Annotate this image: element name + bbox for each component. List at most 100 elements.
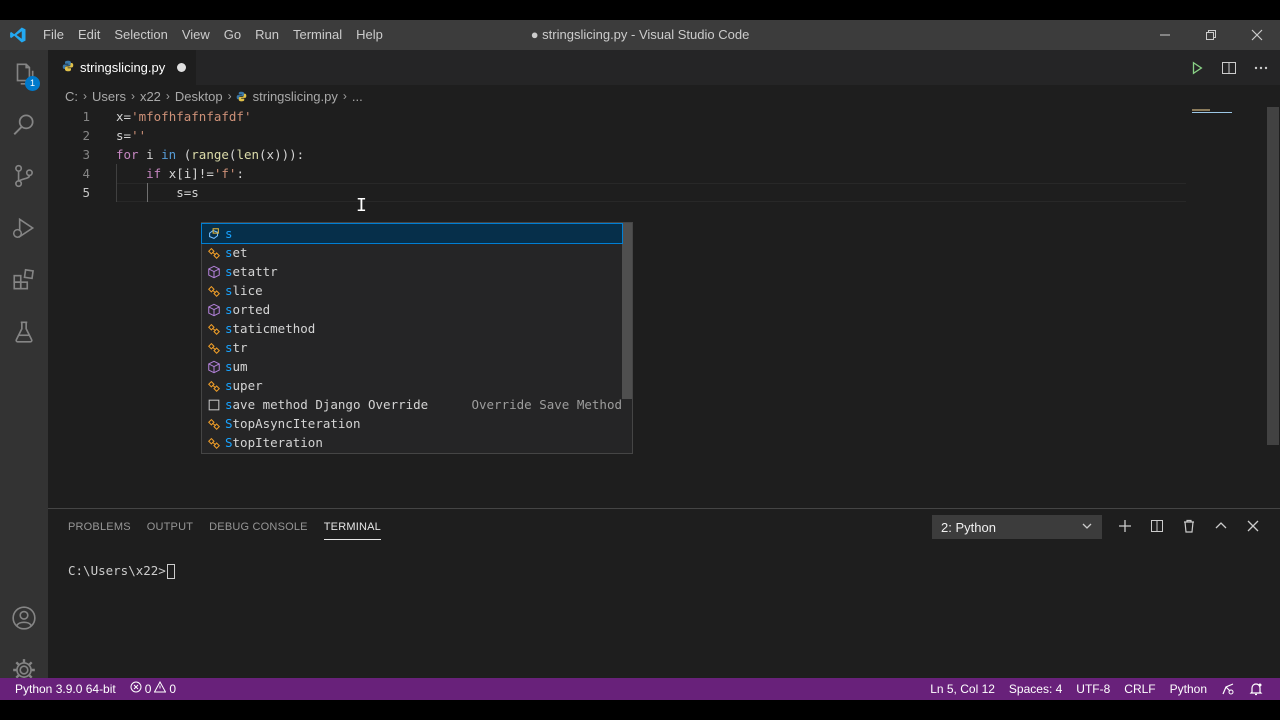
suggest-item[interactable]: setattr	[202, 262, 622, 281]
unsaved-dot-icon[interactable]	[177, 63, 187, 72]
language-mode[interactable]: Python	[1163, 678, 1214, 700]
maximize-panel-icon[interactable]	[1210, 515, 1232, 537]
suggest-label: setattr	[225, 264, 278, 279]
explorer-badge: 1	[25, 76, 40, 91]
class-icon	[206, 435, 222, 451]
function-cube-icon	[206, 302, 222, 318]
breadcrumb-symbol[interactable]: ...	[351, 89, 364, 104]
scrollbar-thumb[interactable]	[1267, 107, 1279, 445]
terminal-output[interactable]: C:\Users\x22>	[68, 563, 175, 579]
menu-terminal[interactable]: Terminal	[286, 20, 349, 50]
menu-bar: File Edit Selection View Go Run Terminal Help	[36, 20, 390, 50]
python-file-icon	[236, 91, 247, 102]
suggest-label: staticmethod	[225, 321, 316, 336]
suggest-item[interactable]: save method Django Override Override Save…	[202, 395, 622, 414]
search-icon[interactable]	[0, 100, 48, 148]
menu-file[interactable]: File	[36, 20, 71, 50]
breadcrumb-users[interactable]: Users	[91, 89, 127, 104]
chevron-right-icon: ›	[130, 89, 135, 103]
tab-bar: stringslicing.py	[48, 50, 1280, 85]
split-terminal-icon[interactable]	[1146, 515, 1168, 537]
suggest-item[interactable]: staticmethod	[202, 319, 622, 338]
class-icon	[206, 283, 222, 299]
minimap-viewport	[1192, 112, 1232, 113]
tab-label: stringslicing.py	[80, 60, 166, 75]
testing-icon[interactable]	[0, 308, 48, 356]
problems-status[interactable]: 0 0	[123, 678, 183, 700]
suggest-item[interactable]: set	[202, 243, 622, 262]
run-debug-icon[interactable]	[0, 204, 48, 252]
account-icon[interactable]	[0, 594, 48, 642]
code-line[interactable]: 1 x='mfofhfafnfafdf'	[48, 107, 1188, 126]
suggest-item[interactable]: slice	[202, 281, 622, 300]
tab-terminal[interactable]: TERMINAL	[323, 515, 381, 540]
end-of-line[interactable]: CRLF	[1117, 678, 1162, 700]
warning-count: 0	[169, 682, 177, 696]
minimap[interactable]	[1190, 107, 1266, 508]
line-text: s=s	[116, 185, 199, 200]
indentation[interactable]: Spaces: 4	[1002, 678, 1069, 700]
menu-help[interactable]: Help	[349, 20, 390, 50]
breadcrumb-x22[interactable]: x22	[139, 89, 162, 104]
class-icon	[206, 245, 222, 261]
suggest-item[interactable]: StopAsyncIteration	[202, 414, 622, 433]
tab-debug-console[interactable]: DEBUG CONSOLE	[209, 509, 308, 545]
notifications-bell-icon[interactable]	[1242, 682, 1270, 696]
breadcrumb-desktop[interactable]: Desktop	[174, 89, 224, 104]
tab-problems[interactable]: PROBLEMS	[68, 509, 131, 545]
code-line[interactable]: 5 s=s	[48, 183, 1188, 202]
terminal-select[interactable]: 2: Python	[932, 515, 1102, 539]
minimap-line	[1192, 109, 1210, 111]
more-actions-icon[interactable]	[1252, 59, 1270, 77]
menu-go[interactable]: Go	[217, 20, 248, 50]
menu-edit[interactable]: Edit	[71, 20, 107, 50]
suggest-item[interactable]: s	[201, 223, 623, 244]
menu-selection[interactable]: Selection	[107, 20, 174, 50]
function-cube-icon	[206, 264, 222, 280]
menu-run[interactable]: Run	[248, 20, 286, 50]
line-text: x='mfofhfafnfafdf'	[116, 109, 252, 124]
function-cube-icon	[206, 359, 222, 375]
line-number: 2	[82, 128, 90, 143]
split-editor-icon[interactable]	[1220, 59, 1238, 77]
suggest-label: StopAsyncIteration	[225, 416, 361, 431]
suggest-detail: Override Save Method	[471, 397, 622, 412]
new-terminal-icon[interactable]	[1114, 515, 1136, 537]
code-line[interactable]: 4 if x[i]!='f':	[48, 164, 1188, 183]
encoding[interactable]: UTF-8	[1069, 678, 1117, 700]
suggest-item[interactable]: sum	[202, 357, 622, 376]
python-file-icon	[62, 60, 74, 75]
line-number: 1	[82, 109, 90, 124]
code-line[interactable]: 3 for i in (range(len(x))):	[48, 145, 1188, 164]
source-control-icon[interactable]	[0, 152, 48, 200]
feedback-icon[interactable]	[1214, 682, 1242, 696]
suggest-item[interactable]: sorted	[202, 300, 622, 319]
breadcrumb-file[interactable]: stringslicing.py	[252, 89, 339, 104]
line-number: 5	[82, 185, 90, 200]
code-line[interactable]: 2 s=''	[48, 126, 1188, 145]
restore-icon[interactable]	[1188, 20, 1234, 50]
extensions-icon[interactable]	[0, 256, 48, 304]
vscode-logo-icon	[0, 20, 36, 50]
tab-stringslicing-py[interactable]: stringslicing.py	[48, 50, 196, 85]
vertical-scrollbar[interactable]	[1266, 107, 1280, 508]
run-python-file-icon[interactable]	[1188, 59, 1206, 77]
suggest-item[interactable]: str	[202, 338, 622, 357]
close-panel-icon[interactable]	[1242, 515, 1264, 537]
suggest-item[interactable]: StopIteration	[202, 433, 622, 452]
minimize-icon[interactable]	[1142, 20, 1188, 50]
suggest-label: slice	[225, 283, 263, 298]
kill-terminal-icon[interactable]	[1178, 515, 1200, 537]
breadcrumb-drive[interactable]: C:	[64, 89, 79, 104]
breadcrumb: C: › Users › x22 › Desktop › stringslici…	[64, 85, 364, 107]
panel-actions	[1114, 515, 1264, 539]
close-icon[interactable]	[1234, 20, 1280, 50]
suggest-item[interactable]: super	[202, 376, 622, 395]
explorer-icon[interactable]: 1	[0, 50, 48, 98]
tab-output[interactable]: OUTPUT	[147, 509, 193, 545]
line-text: if x[i]!='f':	[146, 166, 244, 181]
menu-view[interactable]: View	[175, 20, 217, 50]
suggest-scrollbar[interactable]	[622, 223, 632, 399]
cursor-position[interactable]: Ln 5, Col 12	[923, 678, 1002, 700]
python-interpreter[interactable]: Python 3.9.0 64-bit	[8, 678, 123, 700]
